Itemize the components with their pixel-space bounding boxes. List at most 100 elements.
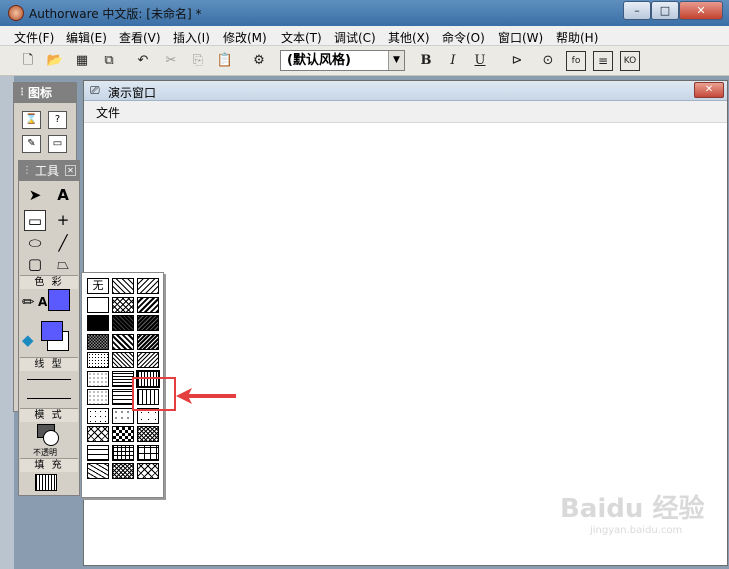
fill-pattern-dense-dark[interactable]	[112, 315, 134, 331]
fill-pattern-horizontal-lines[interactable]	[112, 370, 134, 387]
fill-pattern-button[interactable]	[35, 474, 57, 491]
fill-pattern-dots-grey[interactable]	[87, 352, 109, 368]
fill-pattern-dots[interactable]	[87, 370, 109, 387]
import-icon[interactable]: ⧉	[99, 51, 119, 71]
fill-pattern-check-dark[interactable]	[87, 333, 109, 350]
menu-window[interactable]: 窗口(W)	[498, 29, 543, 46]
fill-pattern-diamond-fine[interactable]	[137, 426, 159, 442]
fill-section-label: 填 充	[20, 458, 78, 472]
undo-icon[interactable]: ↶	[133, 51, 153, 71]
fill-pattern-zigzag-2[interactable]	[137, 352, 159, 368]
polygon-tool-icon[interactable]: ⏢	[52, 254, 74, 275]
copy-icon[interactable]: ⎘	[188, 51, 208, 71]
pointer-tool-icon[interactable]: ➤	[24, 185, 46, 206]
fill-pattern-black[interactable]	[87, 315, 109, 331]
toolbar: 🗋 📂 ▦ ⧉ ↶ ✂ ⎘ 📋 ⚙ (默认风格) ▼ B I U ⊳ ⊙ fo …	[0, 46, 729, 76]
menu-debug[interactable]: 调试(C)	[334, 29, 376, 46]
maximize-button[interactable]: □	[651, 1, 679, 20]
open-file-icon[interactable]: 📂	[45, 51, 65, 71]
variable-window-icon[interactable]: ≡	[593, 51, 613, 71]
tools-title: 工具	[35, 164, 60, 178]
mode-section-label: 模 式	[20, 408, 78, 422]
fill-pattern-brick[interactable]	[87, 444, 109, 461]
ellipse-tool-icon[interactable]: ⬭	[24, 233, 46, 254]
fill-pattern-diag-up[interactable]	[137, 278, 159, 294]
fill-pattern-dots-sparse[interactable]	[112, 407, 134, 424]
baidu-watermark: Baidu 经验 jingyan.baidu.com	[560, 488, 729, 558]
text-style-value: (默认风格)	[287, 53, 351, 68]
icon-palette-header[interactable]: ⋮ 图标	[14, 83, 76, 103]
presentation-close-button[interactable]: ✕	[694, 82, 724, 98]
presentation-menu-file[interactable]: 文件	[96, 104, 120, 121]
close-icon[interactable]: ✕	[65, 165, 76, 176]
framework-icon[interactable]: ▭	[48, 135, 67, 153]
text-style-select[interactable]: (默认风格) ▼	[280, 50, 405, 71]
fill-pattern-diag-dark[interactable]	[137, 315, 159, 331]
function-window-icon[interactable]: fo	[566, 51, 586, 71]
restart-icon[interactable]: ⊳	[507, 51, 527, 71]
close-window-button[interactable]: ✕	[679, 1, 723, 20]
line-style-option[interactable]	[27, 398, 71, 399]
fill-pattern-diag-down-heavy[interactable]	[112, 333, 134, 350]
italic-button[interactable]: I	[443, 51, 463, 71]
tools-header[interactable]: ⋮ 工具 ✕	[19, 161, 79, 181]
decision-icon[interactable]: ?	[48, 111, 67, 129]
text-color-icon: A	[38, 295, 48, 309]
fill-pattern-grid[interactable]	[112, 444, 134, 461]
fill-pattern-diag-grid[interactable]	[137, 463, 159, 479]
fill-pattern-white[interactable]	[87, 296, 109, 313]
menu-modify[interactable]: 修改(M)	[223, 29, 267, 46]
fill-pattern-checker[interactable]	[112, 426, 134, 442]
pencil-icon: ✏	[22, 293, 35, 311]
fill-pattern-cross-diag[interactable]	[112, 296, 134, 313]
fill-pattern-wave[interactable]	[87, 463, 109, 479]
minimize-button[interactable]: –	[623, 1, 651, 20]
fill-pattern-none[interactable]: 无	[87, 278, 109, 294]
line-style-thin[interactable]	[27, 379, 71, 380]
fill-pattern-zigzag[interactable]	[112, 352, 134, 368]
grip-icon: ⋮	[17, 87, 27, 98]
menu-help[interactable]: 帮助(H)	[556, 29, 598, 46]
new-file-icon[interactable]: 🗋	[18, 51, 38, 71]
fill-color-swatch[interactable]	[41, 321, 63, 341]
fill-pattern-diamond[interactable]	[87, 426, 109, 442]
underline-button[interactable]: U	[470, 51, 490, 71]
fill-pattern-diag-down[interactable]	[112, 278, 134, 294]
watermark-text: Baidu 经验	[560, 494, 705, 524]
text-tool-icon[interactable]: A	[52, 185, 74, 206]
menu-command[interactable]: 命令(O)	[442, 29, 485, 46]
rounded-rect-tool-icon[interactable]: ▢	[24, 254, 46, 275]
fill-pattern-grid-large[interactable]	[137, 444, 159, 461]
paste-icon[interactable]: 📋	[215, 51, 235, 71]
cut-icon[interactable]: ✂	[161, 51, 181, 71]
knowledge-object-icon[interactable]: KO	[620, 51, 640, 71]
fill-pattern-horizontal-thin[interactable]	[112, 389, 134, 405]
menu-insert[interactable]: 插入(I)	[173, 29, 210, 46]
fill-pattern-cross-hatch[interactable]	[112, 463, 134, 479]
menu-view[interactable]: 查看(V)	[119, 29, 161, 46]
color-section-label: 色 彩	[20, 275, 78, 289]
wait-icon[interactable]: ⌛	[22, 111, 41, 129]
fill-pattern-diag-up-heavy[interactable]	[137, 333, 159, 350]
fill-pattern-dots-fine[interactable]	[87, 389, 109, 405]
menu-text[interactable]: 文本(T)	[281, 29, 322, 46]
menu-edit[interactable]: 编辑(E)	[66, 29, 107, 46]
menu-other[interactable]: 其他(X)	[388, 29, 430, 46]
fill-pattern-dots-light[interactable]	[87, 407, 109, 424]
mode-value-label: 不透明	[33, 448, 57, 457]
title-bar: Authorware 中文版: [未命名] * – □ ✕	[0, 0, 729, 26]
tools-panel: ⋮ 工具 ✕ ➤ A ▭ + ⬭ ╱ ▢ ⏢ 色 彩 ✏ A ◆ 线 型 模 式…	[18, 160, 80, 496]
orthogonal-line-tool-icon[interactable]: +	[52, 210, 74, 231]
bold-button[interactable]: B	[416, 51, 436, 71]
control-panel-icon[interactable]: ⊙	[538, 51, 558, 71]
mode-opaque-front-icon[interactable]	[43, 430, 59, 446]
rectangle-tool-icon[interactable]: ▭	[24, 210, 46, 231]
menu-file[interactable]: 文件(F)	[14, 29, 54, 46]
diagonal-line-tool-icon[interactable]: ╱	[52, 233, 74, 254]
stroke-color-swatch[interactable]	[48, 289, 70, 311]
fill-pattern-diag-up-dense[interactable]	[137, 296, 159, 313]
find-icon[interactable]: ⚙	[249, 51, 269, 71]
calculation-icon[interactable]: ✎	[22, 135, 41, 153]
save-all-icon[interactable]: ▦	[72, 51, 92, 71]
authorware-app-icon	[8, 5, 24, 21]
